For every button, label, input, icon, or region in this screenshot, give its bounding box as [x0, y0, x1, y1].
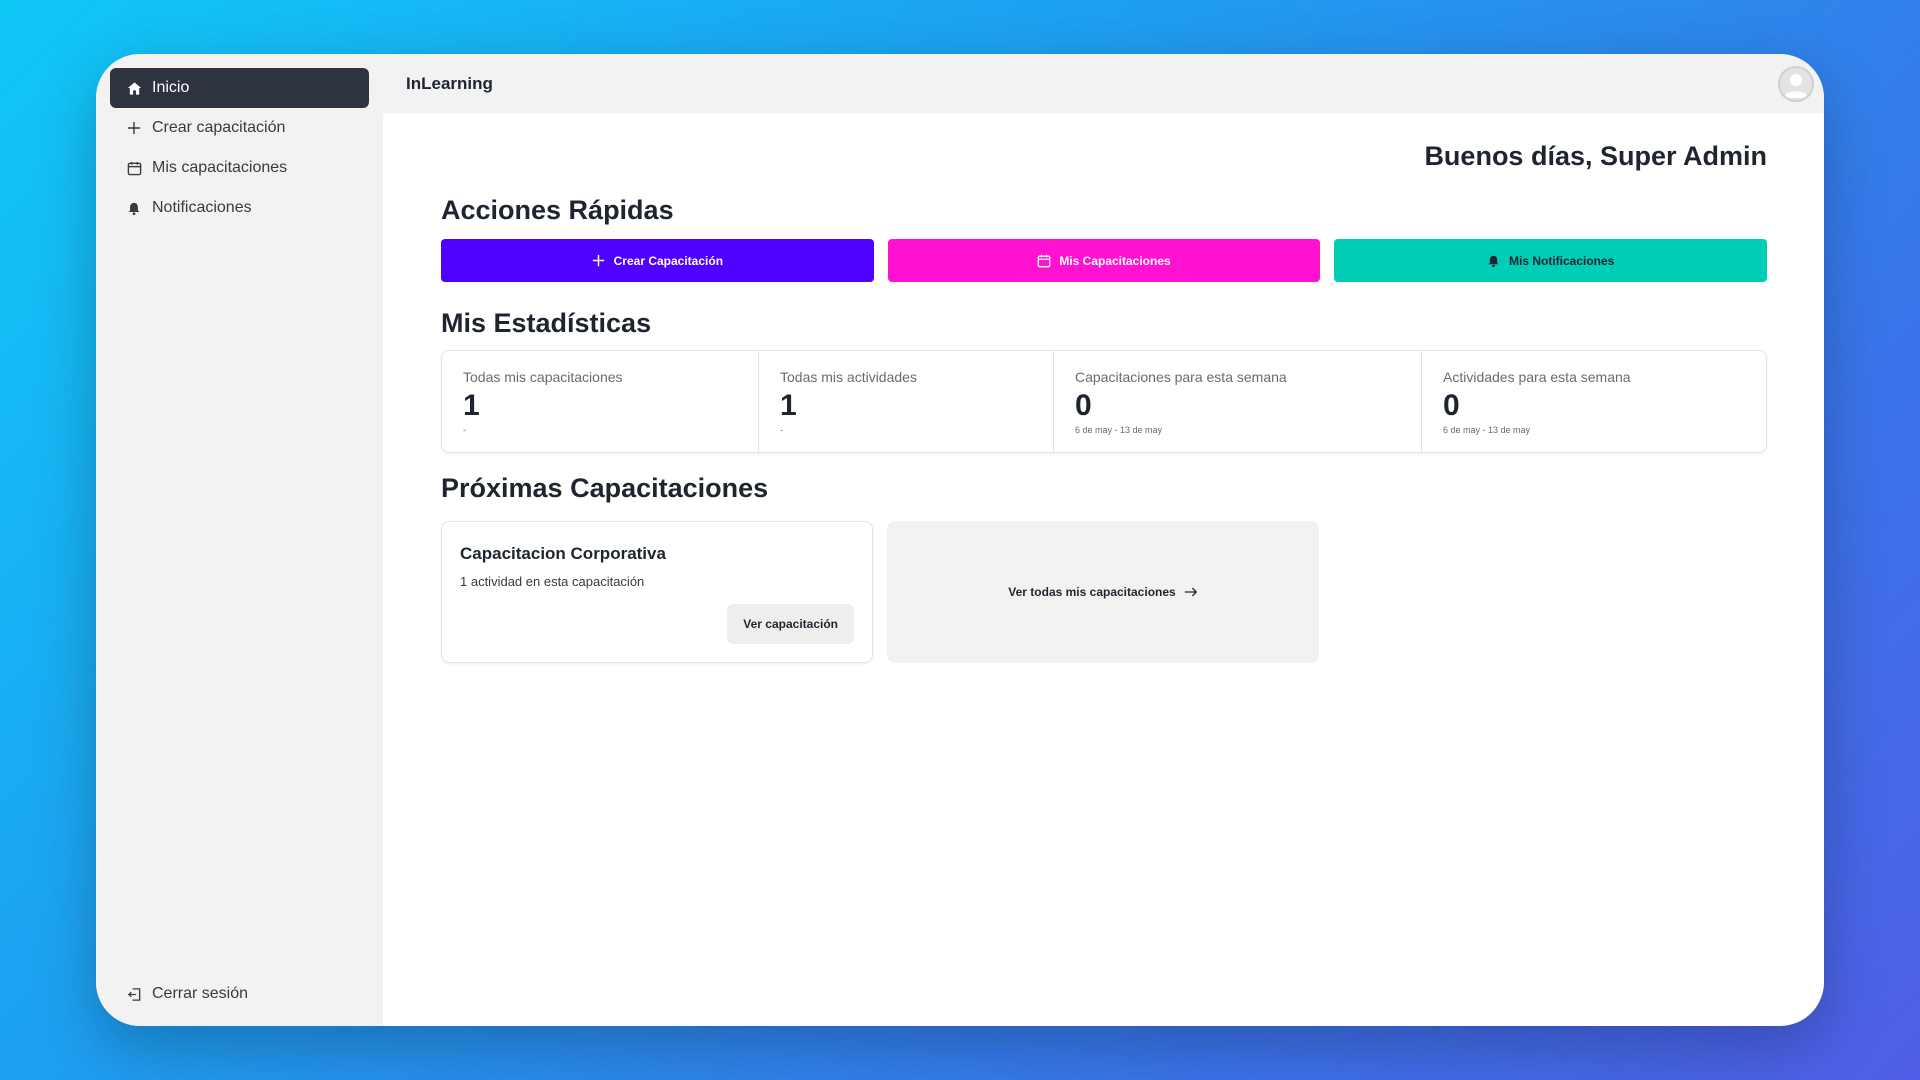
- stat-label: Todas mis actividades: [780, 369, 917, 385]
- course-card: Capacitacion Corporativa 1 actividad en …: [441, 521, 873, 663]
- quick-actions: Crear Capacitación Mis Capacitaciones Mi…: [441, 239, 1768, 282]
- app-window: Inicio Crear capacitación Mis capacitaci…: [96, 54, 1824, 1026]
- app-title: InLearning: [406, 73, 493, 93]
- sidebar-item-label: Mis capacitaciones: [152, 159, 288, 176]
- stat-label: Actividades para esta semana: [1443, 369, 1631, 385]
- greeting: Buenos días, Super Admin: [1424, 141, 1767, 171]
- stat-value: 0: [1075, 389, 1092, 422]
- sidebar-item-label: Crear capacitación: [152, 119, 286, 136]
- view-all-label: Ver todas mis capacitaciones: [1008, 585, 1176, 599]
- stat-card: Actividades para esta semana 0 6 de may …: [1422, 351, 1766, 452]
- sidebar-item-label: Notificaciones: [152, 199, 252, 216]
- upcoming-title: Próximas Capacitaciones: [441, 473, 769, 503]
- stat-value: 1: [463, 389, 480, 422]
- stat-sub: -: [463, 425, 466, 435]
- plus-icon: [126, 120, 142, 136]
- avatar[interactable]: [1778, 65, 1814, 102]
- stat-sub: 6 de may - 13 de may: [1443, 425, 1531, 435]
- calendar-icon: [126, 160, 142, 176]
- main-area: InLearning Buenos días, Super Admin Acci…: [383, 54, 1824, 1026]
- user-icon: [1784, 73, 1808, 98]
- calendar-icon: [1037, 254, 1051, 268]
- arrow-right-icon: [1184, 587, 1197, 597]
- topbar: InLearning: [383, 54, 1824, 113]
- logout-icon: [126, 986, 142, 1002]
- quick-actions-title: Acciones Rápidas: [441, 195, 674, 225]
- sidebar-nav: Inicio Crear capacitación Mis capacitaci…: [110, 68, 369, 228]
- my-trainings-button[interactable]: Mis Capacitaciones: [887, 239, 1321, 282]
- bell-icon: [126, 200, 142, 216]
- sidebar-item-inicio[interactable]: Inicio: [110, 68, 369, 108]
- my-notifications-button[interactable]: Mis Notificaciones: [1334, 239, 1768, 282]
- view-all-trainings-link[interactable]: Ver todas mis capacitaciones: [887, 521, 1319, 663]
- stat-sub: 6 de may - 13 de may: [1075, 425, 1163, 435]
- button-label: Mis Capacitaciones: [1059, 253, 1171, 268]
- stat-value: 0: [1443, 389, 1460, 422]
- logout-label: Cerrar sesión: [152, 985, 249, 1002]
- dashboard-content: Buenos días, Super Admin Acciones Rápida…: [383, 113, 1824, 663]
- button-label: Crear Capacitación: [613, 253, 724, 268]
- plus-icon: [592, 254, 606, 268]
- course-name: Capacitacion Corporativa: [460, 544, 666, 563]
- stat-label: Todas mis capacitaciones: [463, 369, 623, 385]
- sidebar-item-crear-capacitacion[interactable]: Crear capacitación: [110, 108, 369, 148]
- create-training-button[interactable]: Crear Capacitación: [441, 239, 874, 282]
- stats-title: Mis Estadísticas: [441, 308, 652, 338]
- stats-panel: Todas mis capacitaciones 1 - Todas mis a…: [441, 350, 1767, 453]
- stat-label: Capacitaciones para esta semana: [1075, 369, 1287, 385]
- stat-card: Capacitaciones para esta semana 0 6 de m…: [1054, 351, 1422, 452]
- sidebar-item-label: Inicio: [152, 79, 190, 96]
- logout-button[interactable]: Cerrar sesión: [110, 974, 369, 1014]
- upcoming-list: Capacitacion Corporativa 1 actividad en …: [441, 521, 1767, 663]
- button-label: Mis Notificaciones: [1509, 253, 1615, 268]
- home-icon: [126, 80, 142, 96]
- view-course-button[interactable]: Ver capacitación: [727, 604, 854, 644]
- stat-sub: -: [780, 425, 783, 435]
- stat-value: 1: [780, 389, 797, 422]
- sidebar-item-notificaciones[interactable]: Notificaciones: [110, 188, 369, 228]
- course-activity-count: 1 actividad en esta capacitación: [460, 574, 645, 589]
- bell-icon: [1487, 254, 1501, 268]
- stat-card: Todas mis capacitaciones 1 -: [442, 351, 759, 452]
- stat-card: Todas mis actividades 1 -: [759, 351, 1054, 452]
- sidebar-item-mis-capacitaciones[interactable]: Mis capacitaciones: [110, 148, 369, 188]
- sidebar: Inicio Crear capacitación Mis capacitaci…: [96, 54, 383, 1026]
